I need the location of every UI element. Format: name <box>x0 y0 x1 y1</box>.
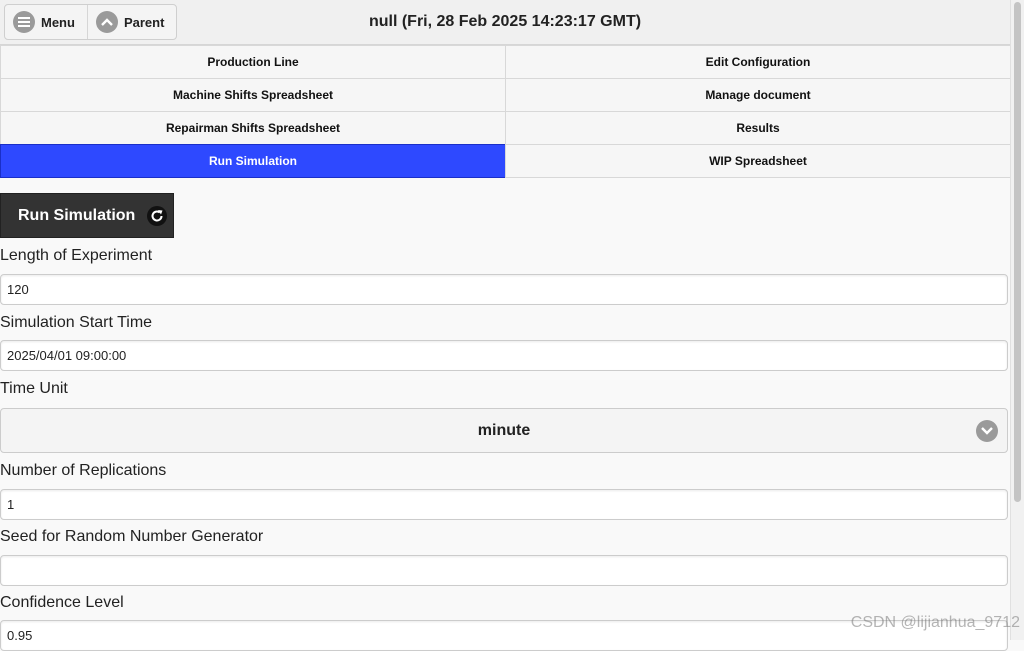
menu-button[interactable]: Menu <box>5 5 87 39</box>
nav-wip-spreadsheet[interactable]: WIP Spreadsheet <box>505 144 1011 178</box>
header-button-group: Menu Parent <box>4 4 178 40</box>
nav-machine-shifts-spreadsheet[interactable]: Machine Shifts Spreadsheet <box>0 78 506 112</box>
nav-manage-document[interactable]: Manage document <box>505 78 1011 112</box>
run-simulation-button[interactable]: Run Simulation <box>0 193 174 238</box>
replications-label: Number of Replications <box>0 462 167 479</box>
navigation-grid: Production Line Edit Configuration Machi… <box>0 45 1011 178</box>
nav-production-line[interactable]: Production Line <box>0 45 506 79</box>
time-unit-label: Time Unit <box>0 380 68 397</box>
chevron-down-icon <box>976 420 998 442</box>
replications-input[interactable] <box>0 489 1008 520</box>
length-input[interactable] <box>0 274 1008 305</box>
time-unit-select[interactable]: minute <box>0 408 1008 453</box>
parent-label: Parent <box>123 14 165 30</box>
start-time-label: Simulation Start Time <box>0 314 153 331</box>
start-time-input[interactable] <box>0 340 1008 371</box>
nav-run-simulation[interactable]: Run Simulation <box>0 144 506 178</box>
confidence-label: Confidence Level <box>0 594 124 611</box>
time-unit-value: minute <box>477 421 531 439</box>
run-simulation-label: Run Simulation <box>18 206 136 224</box>
scrollbar[interactable] <box>1010 0 1024 640</box>
seed-label: Seed for Random Number Generator <box>0 528 264 545</box>
menu-label: Menu <box>41 14 75 30</box>
parent-button[interactable]: Parent <box>86 5 176 39</box>
nav-repairman-shifts-spreadsheet[interactable]: Repairman Shifts Spreadsheet <box>0 111 506 145</box>
menu-icon <box>13 11 35 33</box>
scrollbar-thumb[interactable] <box>1014 2 1021 502</box>
length-label: Length of Experiment <box>0 247 153 264</box>
watermark: CSDN @lijianhua_9712 <box>850 614 1020 631</box>
nav-results[interactable]: Results <box>505 111 1011 145</box>
chevron-up-icon <box>95 11 118 33</box>
header-bar: Menu Parent null (Fri, 28 Feb 2025 14:23… <box>0 0 1010 45</box>
refresh-icon <box>147 205 168 226</box>
seed-input[interactable] <box>0 555 1008 586</box>
nav-edit-configuration[interactable]: Edit Configuration <box>505 45 1011 79</box>
